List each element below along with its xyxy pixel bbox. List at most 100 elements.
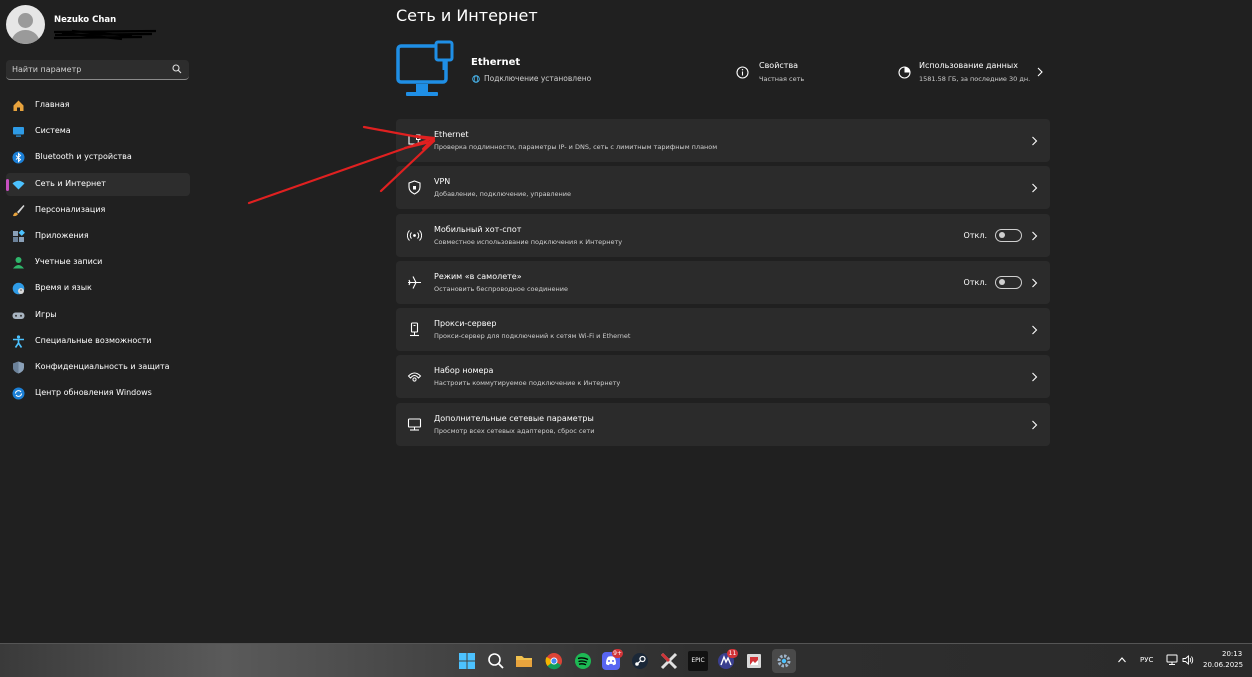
row-mobile-hotspot[interactable]: Мобильный хот-спот Совместное использова…	[396, 213, 1050, 257]
nav-label: Главная	[35, 100, 70, 109]
chevron-right-icon	[1037, 67, 1043, 77]
nav-label: Центр обновления Windows	[35, 388, 152, 398]
nav-label: Персонализация	[35, 204, 106, 214]
chevron-right-icon	[1032, 420, 1038, 430]
airplane-toggle[interactable]	[995, 275, 1022, 289]
data-usage-icon	[898, 66, 911, 79]
chevron-up-icon[interactable]	[1117, 655, 1127, 665]
nav-item-privacy[interactable]: Конфиденциальность и защита	[6, 356, 190, 379]
data-usage-link[interactable]: Использование данных 1581.58 ГБ, за посл…	[896, 58, 1050, 88]
network-adapter-icon	[407, 418, 422, 431]
windows-start-icon[interactable]	[457, 651, 477, 671]
search-box[interactable]	[6, 60, 189, 80]
row-advanced-network[interactable]: Дополнительные сетевые параметры Просмот…	[396, 402, 1050, 446]
row-title: Ethernet	[434, 130, 469, 139]
ethernet-name: Ethernet	[471, 57, 521, 68]
steam-icon[interactable]	[630, 651, 650, 671]
row-airplane-mode[interactable]: Режим «в самолете» Остановить беспроводн…	[396, 260, 1050, 304]
nav-item-personalization[interactable]: Персонализация	[6, 199, 190, 222]
info-icon	[736, 66, 749, 79]
volume-icon[interactable]	[1182, 654, 1194, 666]
globe-icon	[12, 283, 25, 295]
nav-label: Bluetooth и устройства	[35, 152, 132, 162]
nav-item-accounts[interactable]: Учетные записи	[6, 251, 190, 274]
nav-item-network[interactable]: Сеть и Интернет	[6, 172, 190, 196]
language-indicator[interactable]: РУС	[1140, 656, 1153, 664]
chevron-right-icon	[1032, 325, 1038, 335]
bluetooth-icon	[12, 151, 25, 164]
properties-link[interactable]: Свойства Частная сеть	[736, 58, 886, 88]
user-profile[interactable]: Nezuko Chan	[6, 5, 196, 45]
row-ethernet[interactable]: Ethernet Проверка подлинности, параметры…	[396, 119, 1050, 162]
app-badge: 11	[727, 649, 738, 658]
photo-app-icon[interactable]	[744, 651, 764, 671]
nav-item-accessibility[interactable]: Специальные возможности	[6, 330, 190, 353]
row-title: Набор номера	[434, 366, 494, 376]
chrome-icon[interactable]	[544, 651, 564, 671]
epic-games-icon[interactable]: EPIC	[688, 651, 708, 671]
row-subtitle: Просмотр всех сетевых адаптеров, сброс с…	[434, 426, 595, 435]
sidebar: Nezuko Chan Главная Система Bluetooth и …	[0, 0, 196, 643]
row-title: Дополнительные сетевые параметры	[434, 413, 594, 423]
brush-icon	[13, 204, 25, 216]
row-subtitle: Остановить беспроводное соединение	[434, 284, 568, 293]
hotspot-toggle[interactable]	[995, 228, 1022, 242]
discord-badge: 9+	[612, 649, 623, 658]
update-icon	[12, 387, 25, 400]
airplane-icon	[408, 276, 421, 289]
nav-label: Время и язык	[35, 283, 92, 293]
nav-item-bluetooth[interactable]: Bluetooth и устройства	[6, 146, 190, 169]
network-header: Ethernet Подключение установлено Свойств…	[396, 38, 1050, 106]
nav-item-apps[interactable]: Приложения	[6, 225, 190, 248]
nav-list: Главная Система Bluetooth и устройства С…	[6, 94, 190, 408]
row-proxy[interactable]: Прокси-сервер Прокси-сервер для подключе…	[396, 308, 1050, 352]
chevron-right-icon	[1032, 231, 1038, 240]
ethernet-icon	[408, 134, 421, 145]
chevron-right-icon	[1032, 373, 1038, 382]
row-vpn[interactable]: VPN Добавление, подключение, управление	[396, 166, 1050, 210]
nav-label: Система	[35, 126, 71, 136]
chevron-right-icon	[1032, 183, 1038, 193]
row-title: Режим «в самолете»	[434, 271, 522, 281]
row-title: VPN	[434, 177, 451, 187]
wifi-icon	[12, 180, 25, 190]
chevron-right-icon	[1032, 136, 1038, 146]
toggle-state-label: Откл.	[963, 230, 987, 240]
search-icon[interactable]	[486, 651, 506, 671]
nav-label: Конфиденциальность и защита	[35, 361, 170, 371]
home-icon	[13, 100, 24, 111]
network-tray-icon[interactable]	[1166, 654, 1178, 666]
row-subtitle: Совместное использование подключения к И…	[434, 237, 623, 246]
nav-label: Приложения	[35, 230, 89, 240]
spotify-icon[interactable]	[573, 651, 593, 671]
nav-label: Учетные записи	[35, 257, 103, 267]
nav-item-home[interactable]: Главная	[6, 94, 190, 117]
row-subtitle: Добавление, подключение, управление	[434, 190, 572, 199]
data-usage-title: Использование данных	[919, 61, 1018, 70]
accessibility-icon	[13, 335, 24, 348]
settings-active-tile[interactable]	[772, 649, 796, 673]
search-icon[interactable]	[172, 64, 182, 74]
connection-status: Подключение установлено	[484, 74, 592, 83]
nav-item-windows-update[interactable]: Центр обновления Windows	[6, 382, 190, 405]
person-icon	[13, 257, 24, 269]
nav-item-gaming[interactable]: Игры	[6, 304, 190, 327]
row-title: Мобильный хот-спот	[434, 224, 522, 234]
nav-label: Сеть и Интернет	[35, 178, 106, 188]
row-dial-up[interactable]: Набор номера Настроить коммутируемое под…	[396, 355, 1050, 399]
nav-item-time-language[interactable]: Время и язык	[6, 277, 190, 300]
hotspot-icon	[407, 229, 422, 241]
proxy-icon	[410, 322, 419, 337]
row-subtitle: Прокси-сервер для подключений к сетям Wi…	[434, 332, 631, 341]
file-explorer-icon[interactable]	[514, 651, 534, 671]
clock-time[interactable]: 20:13	[1222, 650, 1242, 658]
nav-item-system[interactable]: Система	[6, 120, 190, 143]
x-app-icon[interactable]	[659, 651, 679, 671]
avatar[interactable]	[6, 5, 45, 44]
ethernet-large-icon	[396, 40, 454, 96]
search-input[interactable]	[12, 62, 162, 77]
gamepad-icon	[12, 312, 25, 319]
vpn-shield-icon	[408, 180, 421, 195]
clock-date[interactable]: 20.06.2025	[1203, 661, 1243, 669]
properties-subtitle: Частная сеть	[759, 75, 805, 83]
